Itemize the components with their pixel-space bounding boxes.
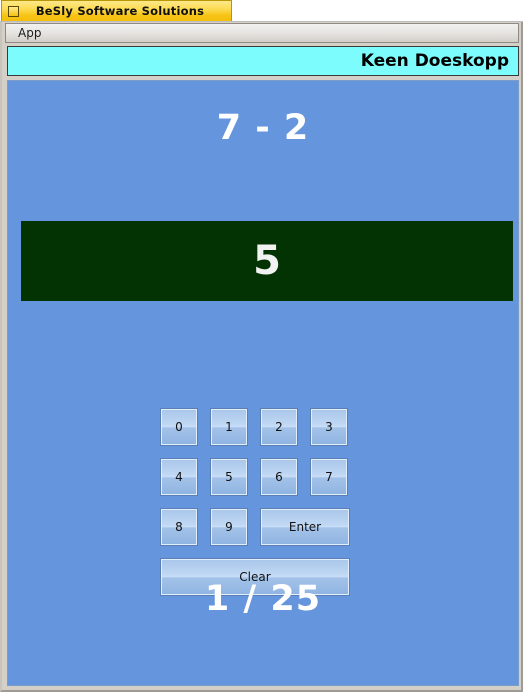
key-9[interactable]: 9 <box>210 508 248 546</box>
key-7[interactable]: 7 <box>310 458 348 496</box>
menu-bar: App <box>5 23 519 43</box>
keypad-row: 8 9 Enter <box>160 508 350 546</box>
header-banner: Keen Doeskopp <box>7 46 519 76</box>
answer-display: 5 <box>21 221 513 301</box>
window-title-tab[interactable]: BeSly Software Solutions <box>1 0 232 21</box>
title-bar: BeSly Software Solutions <box>0 0 523 23</box>
window-title: BeSly Software Solutions <box>35 4 205 18</box>
keypad: 0 1 2 3 4 5 6 7 8 9 Enter Clear <box>160 408 350 596</box>
key-enter[interactable]: Enter <box>260 508 350 546</box>
question-text: 7 - 2 <box>216 108 310 148</box>
app-window-icon <box>8 5 19 17</box>
key-3[interactable]: 3 <box>310 408 348 446</box>
key-4[interactable]: 4 <box>160 458 198 496</box>
answer-value: 5 <box>253 238 281 284</box>
banner-title: Keen Doeskopp <box>360 51 509 71</box>
progress-counter: 1 / 25 <box>204 579 322 619</box>
key-6[interactable]: 6 <box>260 458 298 496</box>
menu-item-app[interactable]: App <box>9 24 50 43</box>
key-1[interactable]: 1 <box>210 408 248 446</box>
key-0[interactable]: 0 <box>160 408 198 446</box>
main-panel: 7 - 2 5 0 1 2 3 4 5 6 7 8 9 Enter Clear 1 / 25 <box>7 80 519 686</box>
key-8[interactable]: 8 <box>160 508 198 546</box>
key-2[interactable]: 2 <box>260 408 298 446</box>
keypad-row: 0123 <box>160 408 350 446</box>
keypad-row: 4567 <box>160 458 350 496</box>
application-window: BeSly Software Solutions App Keen Doesko… <box>0 0 523 692</box>
key-5[interactable]: 5 <box>210 458 248 496</box>
window-frame: App Keen Doeskopp 7 - 2 5 0 1 2 3 4 5 6 7 8 9 Ente… <box>0 22 523 692</box>
